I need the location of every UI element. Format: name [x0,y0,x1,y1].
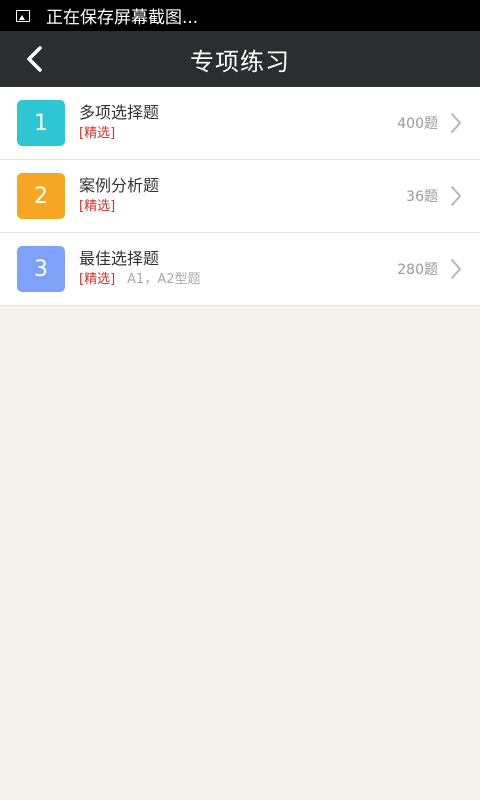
practice-list: 1 多项选择题 [精选] 400题 2 案例分析题 [精选] 36题 3 最佳选… [0,87,480,306]
featured-tag: [精选] [79,126,116,141]
list-item-multiple-choice[interactable]: 1 多项选择题 [精选] 400题 [0,87,480,160]
chevron-right-icon [450,258,462,280]
list-item-best-choice[interactable]: 3 最佳选择题 [精选] A1，A2型题 280题 [0,233,480,306]
featured-tag: [精选] [79,272,116,287]
page-title: 专项练习 [190,47,290,76]
chevron-right-icon [450,112,462,134]
status-bar: 正在保存屏幕截图... [0,0,480,31]
item-number-badge: 1 [17,100,65,146]
item-number-badge: 3 [17,246,65,292]
item-title: 多项选择题 [79,103,160,122]
item-title: 最佳选择题 [79,249,160,268]
item-count: 280题 [397,262,438,278]
chevron-right-icon [450,185,462,207]
item-title: 案例分析题 [79,176,160,195]
item-count: 36题 [406,189,438,205]
chevron-left-icon [27,46,42,72]
screenshot-icon [16,9,30,22]
item-number-badge: 2 [17,173,65,219]
featured-tag: [精选] [79,199,116,214]
item-count: 400题 [397,116,438,132]
list-item-case-analysis[interactable]: 2 案例分析题 [精选] 36题 [0,160,480,233]
status-text: 正在保存屏幕截图... [46,8,199,28]
item-subtitle: A1，A2型题 [127,272,201,287]
back-button[interactable] [12,31,56,87]
app-bar: 专项练习 [0,31,480,87]
